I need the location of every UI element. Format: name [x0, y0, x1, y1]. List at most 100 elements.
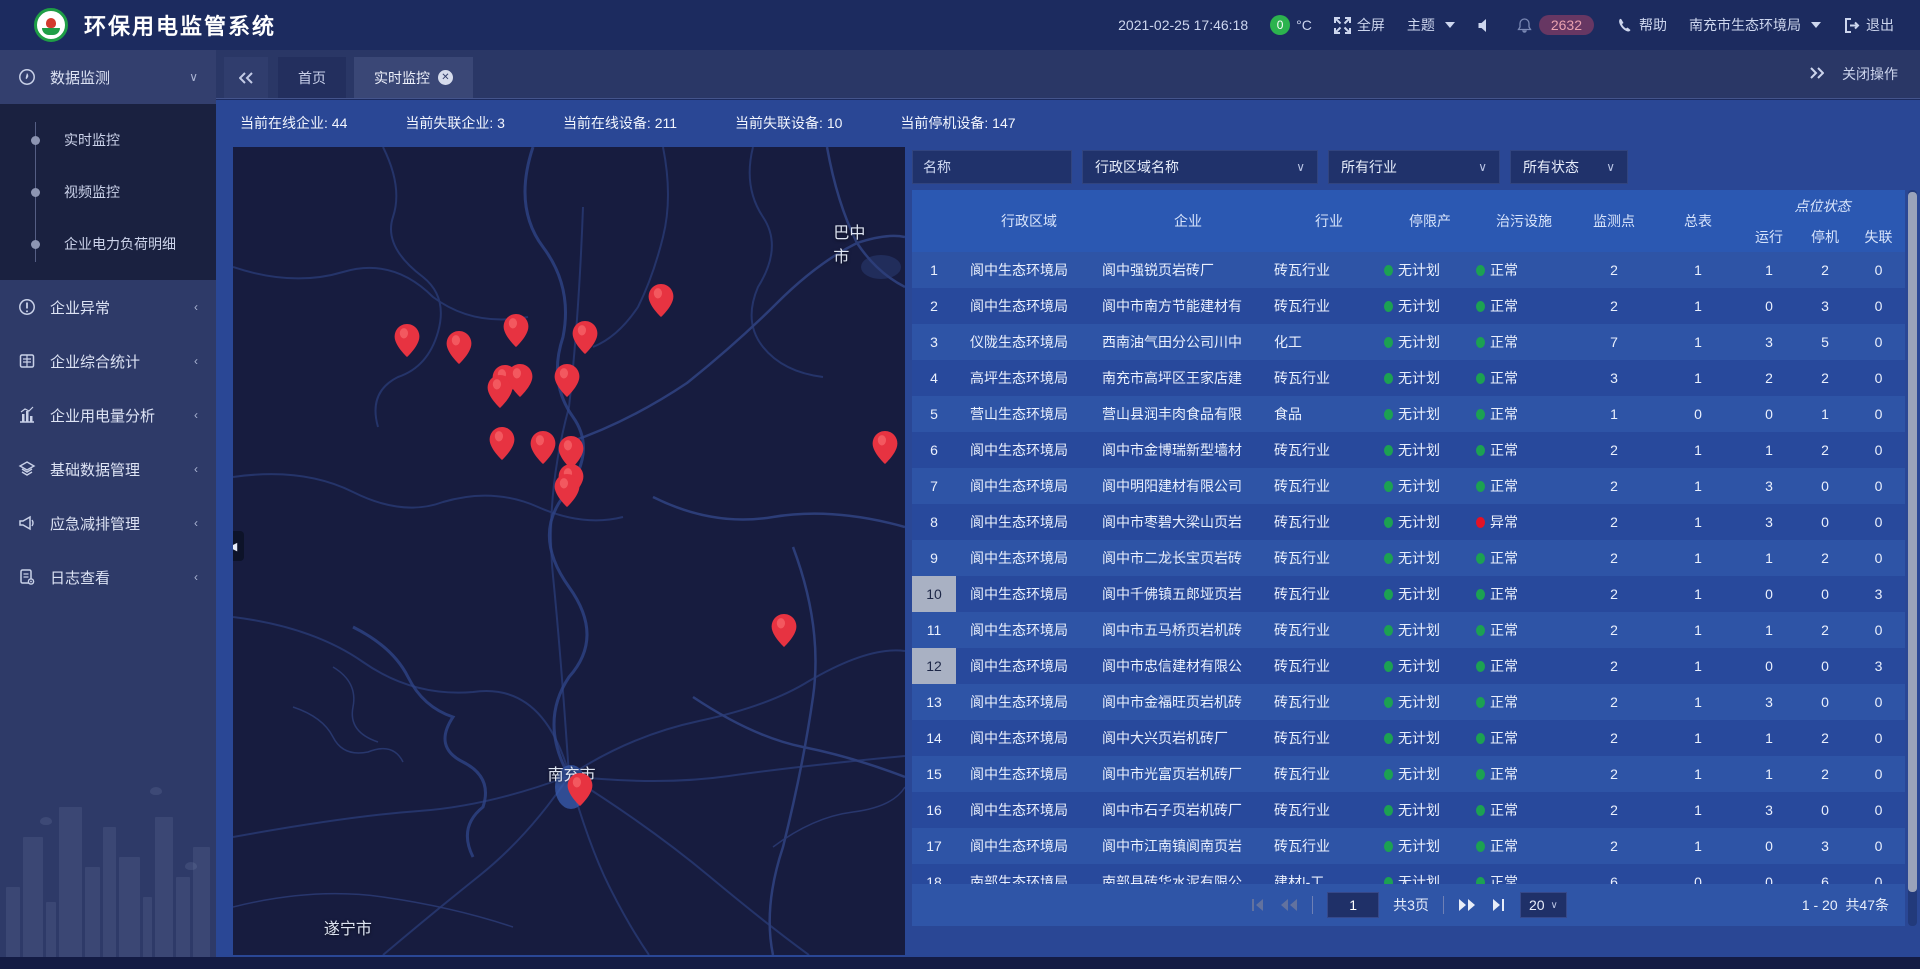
map-pin-9[interactable] [489, 427, 514, 460]
table-row-10[interactable]: 10阆中生态环境局阆中千佛镇五郎垭页岩砖瓦行业无计划正常21003 [912, 576, 1905, 612]
map-pin-3[interactable] [573, 321, 598, 354]
map-pin-2[interactable] [503, 314, 528, 347]
table-row-9[interactable]: 9阆中生态环境局阆中市二龙长宝页岩砖砖瓦行业无计划正常21120 [912, 540, 1905, 576]
table-row-8[interactable]: 8阆中生态环境局阆中市枣碧大梁山页岩砖瓦行业无计划异常21300 [912, 504, 1905, 540]
map-pin-14[interactable] [872, 431, 897, 464]
sidebar-item-6[interactable]: 日志查看‹ [0, 550, 216, 604]
top-header: 环保用电监管系统 2021-02-25 17:46:18 0 °C 全屏 主题 [0, 0, 1920, 50]
table-row-2[interactable]: 2阆中生态环境局阆中市南方节能建材有砖瓦行业无计划正常21030 [912, 288, 1905, 324]
table-row-12[interactable]: 12阆中生态环境局阆中市忠信建材有限公砖瓦行业无计划正常21003 [912, 648, 1905, 684]
cell-run: 0 [1740, 576, 1798, 612]
building-silhouette [46, 902, 57, 957]
status-dot-green [1384, 265, 1393, 276]
table-row-18[interactable]: 18南部生态环境局南部县砖华水泥有限公建材|-工无计划正常60060 [912, 864, 1905, 884]
industry-filter-select[interactable]: 所有行业∨ [1328, 150, 1500, 184]
page-number-input[interactable] [1327, 892, 1379, 918]
status-filter-select[interactable]: 所有状态∨ [1510, 150, 1628, 184]
map-pin-8[interactable] [554, 364, 579, 397]
help-button[interactable]: 帮助 [1616, 15, 1667, 35]
cell-treatment: 正常 [1476, 828, 1572, 864]
sidebar-item-3[interactable]: 企业用电量分析‹ [0, 388, 216, 442]
cell-industry: 建材|-工 [1274, 864, 1384, 884]
cell-meters: 1 [1656, 684, 1740, 720]
table-scrollbar[interactable] [1908, 190, 1917, 926]
tabs-scroll-right-button[interactable] [1810, 66, 1824, 82]
mute-button[interactable] [1477, 17, 1494, 34]
region-filter-select[interactable]: 行政区域名称∨ [1082, 150, 1318, 184]
cell-region: 阆中生态环境局 [956, 576, 1102, 612]
total-pages-label: 共3页 [1393, 895, 1429, 915]
prev-page-button[interactable] [1280, 898, 1298, 912]
tab-0[interactable]: 首页 [278, 57, 346, 98]
page-size-select[interactable]: 20∨ [1520, 892, 1567, 918]
fullscreen-button[interactable]: 全屏 [1334, 15, 1385, 35]
map-panel[interactable]: 巴中市南充市遂宁市 ◀ [233, 147, 905, 955]
table-row-13[interactable]: 13阆中生态环境局阆中市金福旺页岩机砖砖瓦行业无计划正常21300 [912, 684, 1905, 720]
production-label: 无计划 [1398, 836, 1440, 856]
table-row-5[interactable]: 5营山生态环境局营山县润丰肉食品有限食品无计划正常10010 [912, 396, 1905, 432]
submenu-item-0-label: 实时监控 [64, 130, 120, 150]
map-pin-16[interactable] [567, 773, 592, 806]
map-pin-15[interactable] [772, 614, 797, 647]
sidebar-item-2[interactable]: 企业综合统计‹ [0, 334, 216, 388]
status-dot-green [1384, 445, 1393, 456]
scrollbar-thumb[interactable] [1908, 192, 1917, 892]
sidebar-item-5[interactable]: 应急减排管理‹ [0, 496, 216, 550]
table-row-7[interactable]: 7阆中生态环境局阆中明阳建材有限公司砖瓦行业无计划正常21300 [912, 468, 1905, 504]
logout-button[interactable]: 退出 [1843, 15, 1894, 35]
bell-icon [1516, 17, 1533, 34]
sidebar-item-1[interactable]: 企业异常‹ [0, 280, 216, 334]
cell-region: 阆中生态环境局 [956, 720, 1102, 756]
submenu-item-1[interactable]: 视频监控 [0, 166, 216, 218]
cell-points: 2 [1572, 288, 1656, 324]
map-pin-13[interactable] [554, 474, 579, 507]
map-pin-7[interactable] [507, 364, 532, 397]
cell-company: 阆中千佛镇五郎垭页岩 [1102, 576, 1274, 612]
map-pin-0[interactable] [395, 324, 420, 357]
production-label: 无计划 [1398, 764, 1440, 784]
status-dot-green [1384, 769, 1393, 780]
tab-0-label: 首页 [298, 68, 326, 88]
tab-1[interactable]: 实时监控✕ [354, 57, 473, 98]
submenu-item-2[interactable]: 企业电力负荷明细 [0, 218, 216, 270]
table-row-4[interactable]: 4高坪生态环境局南充市高坪区王家店建砖瓦行业无计划正常31220 [912, 360, 1905, 396]
table-row-3[interactable]: 3仪陇生态环境局西南油气田分公司川中化工无计划正常71350 [912, 324, 1905, 360]
map-pin-4[interactable] [649, 284, 674, 317]
table-row-17[interactable]: 17阆中生态环境局阆中市江南镇阆南页岩砖瓦行业无计划正常21030 [912, 828, 1905, 864]
name-filter-input[interactable] [912, 150, 1072, 184]
exit-icon [1843, 17, 1860, 34]
first-page-button[interactable] [1250, 898, 1266, 912]
cell-lost: 3 [1852, 576, 1905, 612]
user-dropdown[interactable]: 南充市生态环境局 [1689, 15, 1821, 35]
sidebar-item-0[interactable]: 数据监测∨ [0, 50, 216, 104]
cell-rownum: 10 [912, 576, 956, 612]
cell-meters: 1 [1656, 792, 1740, 828]
table-row-16[interactable]: 16阆中生态环境局阆中市石子页岩机砖厂砖瓦行业无计划正常21300 [912, 792, 1905, 828]
map-pin-10[interactable] [530, 431, 555, 464]
table-row-1[interactable]: 1阆中生态环境局阆中强锐页岩砖厂砖瓦行业无计划正常21120 [912, 252, 1905, 288]
chevron-down-icon: ∨ [189, 70, 198, 84]
last-page-button[interactable] [1490, 898, 1506, 912]
cell-points: 2 [1572, 648, 1656, 684]
cell-points: 7 [1572, 324, 1656, 360]
sidebar-item-4[interactable]: 基础数据管理‹ [0, 442, 216, 496]
map-pin-1[interactable] [446, 331, 471, 364]
cell-treatment: 异常 [1476, 504, 1572, 540]
cell-points: 3 [1572, 360, 1656, 396]
tabs-scroll-left-button[interactable] [224, 57, 268, 98]
table-row-15[interactable]: 15阆中生态环境局阆中市光富页岩机砖厂砖瓦行业无计划正常21120 [912, 756, 1905, 792]
next-page-button[interactable] [1458, 898, 1476, 912]
cell-industry: 砖瓦行业 [1274, 720, 1384, 756]
table-row-14[interactable]: 14阆中生态环境局阆中大兴页岩机砖厂砖瓦行业无计划正常21120 [912, 720, 1905, 756]
cell-stop: 1 [1798, 396, 1852, 432]
submenu-item-0[interactable]: 实时监控 [0, 114, 216, 166]
theme-dropdown[interactable]: 主题 [1407, 15, 1455, 35]
notifications[interactable]: 2632 [1516, 15, 1594, 35]
table-row-6[interactable]: 6阆中生态环境局阆中市金博瑞新型墙材砖瓦行业无计划正常21120 [912, 432, 1905, 468]
table-row-11[interactable]: 11阆中生态环境局阆中市五马桥页岩机砖砖瓦行业无计划正常21120 [912, 612, 1905, 648]
status-dot-green [1476, 661, 1485, 672]
map-collapse-button[interactable]: ◀ [233, 531, 244, 561]
close-operations-button[interactable]: 关闭操作 [1842, 64, 1898, 84]
treatment-label: 正常 [1490, 764, 1518, 784]
tab-close-icon[interactable]: ✕ [438, 70, 453, 85]
